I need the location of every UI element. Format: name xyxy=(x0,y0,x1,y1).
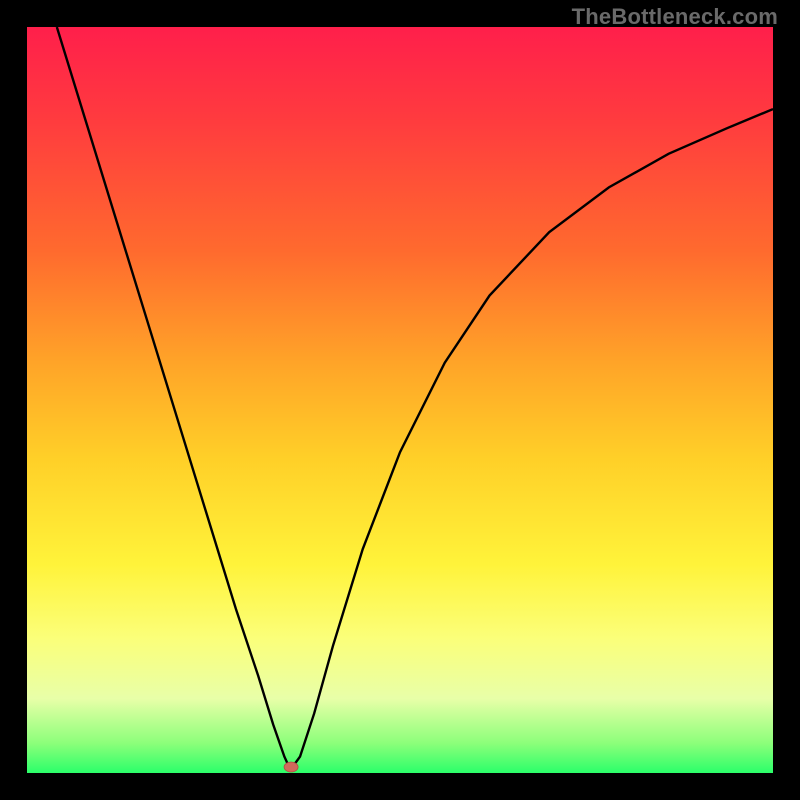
chart-frame: TheBottleneck.com xyxy=(0,0,800,800)
bottleneck-curve xyxy=(57,27,773,765)
plot-area xyxy=(27,27,773,773)
minimum-marker xyxy=(284,762,298,772)
plot-svg xyxy=(27,27,773,773)
